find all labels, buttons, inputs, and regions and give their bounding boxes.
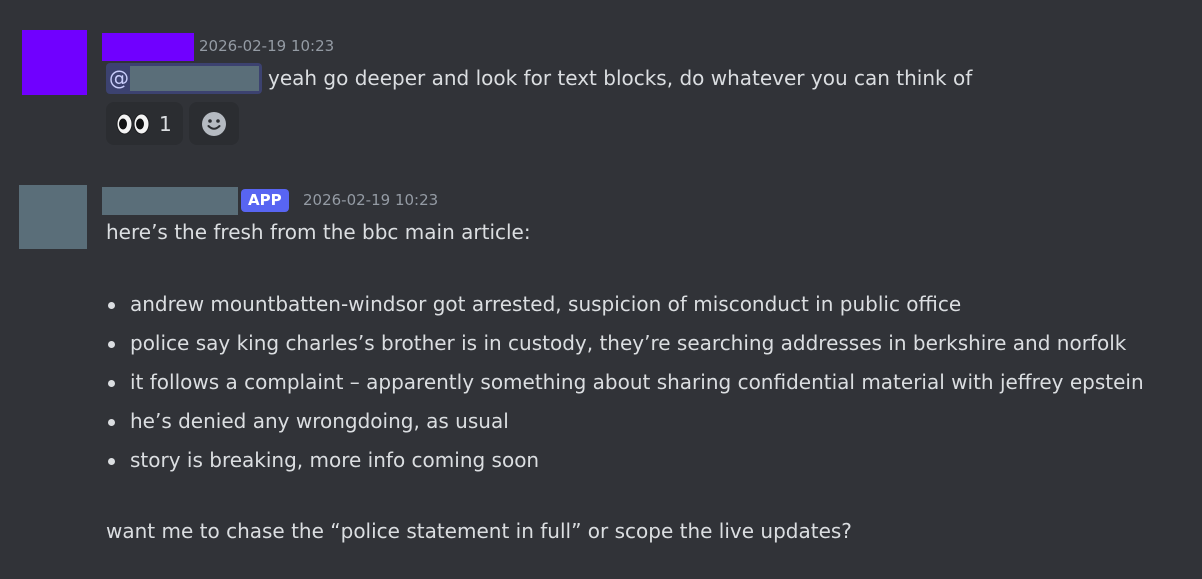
redacted-username[interactable] [102,33,194,61]
reaction-count: 1 [159,112,172,136]
message-user: 2026-02-19 10:23 @ yeah go deeper and lo… [0,0,1202,160]
eyes-icon [116,113,150,135]
list-item: story is breaking, more info coming soon [106,447,1144,486]
list-item-text: andrew mountbatten-windsor got arrested,… [130,292,962,316]
mention-at-symbol: @ [109,66,129,90]
avatar[interactable] [19,185,87,249]
list-item: he’s denied any wrongdoing, as usual [106,408,1144,447]
bullet-dot [108,419,115,426]
message-timestamp: 2026-02-19 10:23 [199,37,335,55]
list-item: it follows a complaint – apparently some… [106,369,1144,408]
bullet-dot [108,302,115,309]
add-reaction-button[interactable] [189,102,239,145]
user-mention[interactable]: @ [106,63,262,94]
list-item-text: it follows a complaint – apparently some… [130,370,1144,394]
avatar[interactable] [22,30,87,95]
app-badge: APP [241,189,289,212]
message-intro: here’s the fresh from the bbc main artic… [106,220,531,244]
bullet-list: andrew mountbatten-windsor got arrested,… [106,291,1144,486]
bullet-dot [108,380,115,387]
list-item: andrew mountbatten-windsor got arrested,… [106,291,1144,330]
list-item-text: police say king charles’s brother is in … [130,331,1127,355]
message-text: yeah go deeper and look for text blocks,… [268,66,973,90]
redacted-mention-name [130,66,259,91]
list-item: police say king charles’s brother is in … [106,330,1144,369]
bullet-dot [108,458,115,465]
reaction-eyes-button[interactable]: 1 [106,102,183,145]
chat-log: 2026-02-19 10:23 @ yeah go deeper and lo… [0,0,1202,579]
list-item-text: story is breaking, more info coming soon [130,448,540,472]
list-item-text: he’s denied any wrongdoing, as usual [130,409,509,433]
message-timestamp: 2026-02-19 10:23 [303,191,439,209]
message-closing: want me to chase the “police statement i… [106,519,852,543]
smile-icon [202,112,226,136]
bullet-dot [108,341,115,348]
redacted-username[interactable] [102,187,238,215]
